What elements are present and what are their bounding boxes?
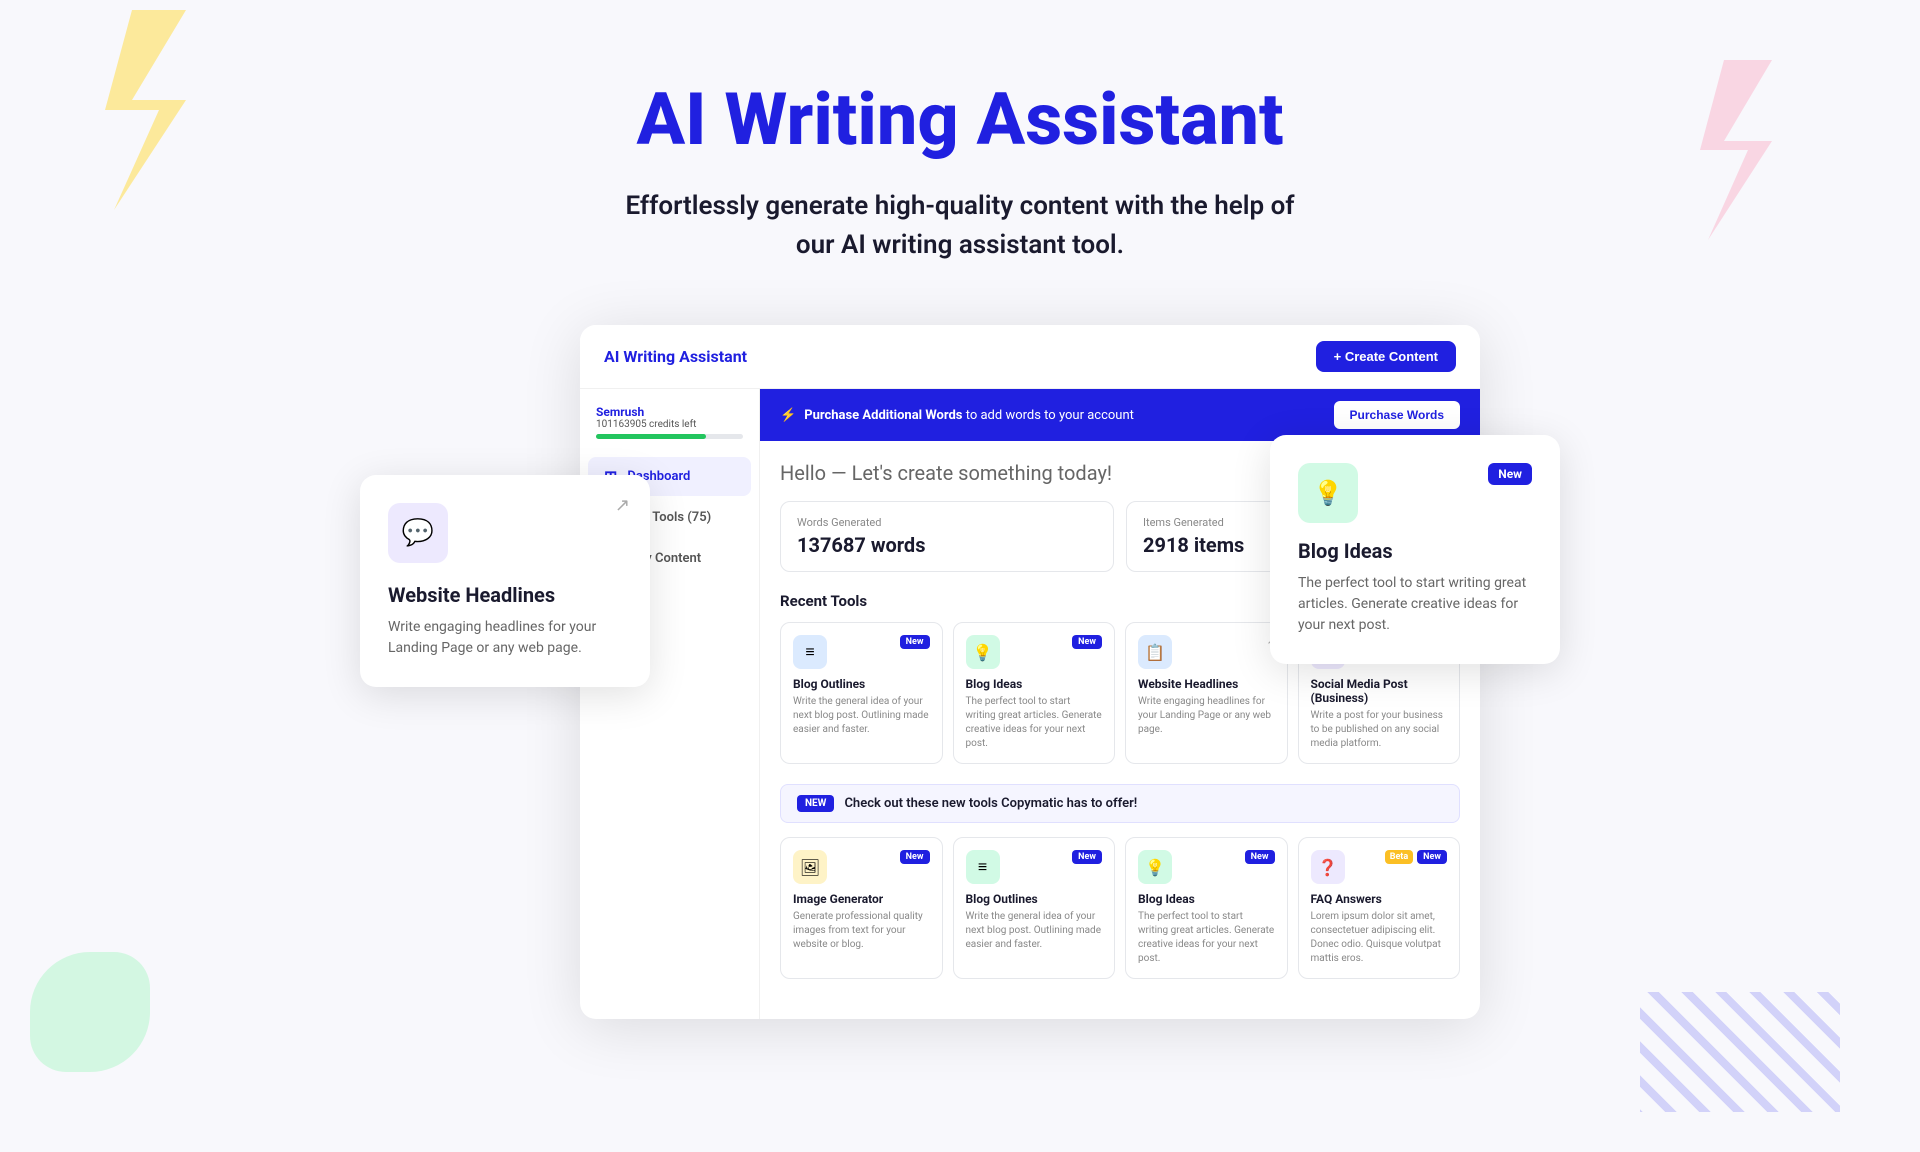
float-card-blog-ideas: 💡 New Blog Ideas The perfect tool to sta… — [1270, 435, 1560, 664]
tool-name: Blog Ideas — [1138, 892, 1275, 906]
float-card-right-title: Blog Ideas — [1298, 539, 1532, 563]
tool-desc: Lorem ipsum dolor sit amet, consectetuer… — [1311, 910, 1448, 966]
tool-name: Image Generator — [793, 892, 930, 906]
tool-card-header: ❓ Beta New — [1311, 850, 1448, 884]
purchase-text-normal: to add words to your account — [963, 408, 1134, 423]
tool-card-header: 💡 New — [1138, 850, 1275, 884]
badges-row: New — [900, 850, 930, 864]
tool-name: Blog Ideas — [966, 677, 1103, 691]
badge-new: New — [1417, 850, 1447, 864]
brand-bold: AI Writing — [604, 347, 675, 366]
badge-beta: Beta — [1385, 850, 1413, 864]
badge-new: New — [1072, 850, 1102, 864]
tool-icon: ≡ — [966, 850, 1000, 884]
badge-new: New — [900, 635, 930, 649]
tool-name: FAQ Answers — [1311, 892, 1448, 906]
badge-new: New — [1072, 635, 1102, 649]
sidebar-credit: Semrush 101163905 credits left — [580, 405, 759, 455]
tool-card[interactable]: ❓ Beta New FAQ Answers Lorem ipsum dolor… — [1298, 837, 1461, 979]
tool-card-header: ≡ New — [966, 850, 1103, 884]
float-card-left-title: Website Headlines — [388, 583, 622, 607]
float-card-left-icon: 💬 — [388, 503, 448, 563]
tool-desc: Write engaging headlines for your Landin… — [1138, 695, 1275, 737]
tool-name: Blog Outlines — [793, 677, 930, 691]
badges-row: New — [1072, 850, 1102, 864]
stat-words-label: Words Generated — [797, 516, 1097, 529]
credit-bar-bg — [596, 434, 743, 439]
app-wrapper: ↗ 💬 Website Headlines Write engaging hea… — [0, 325, 1920, 1019]
tool-card-header: 📋 — [1138, 635, 1275, 669]
lightning-icon: ⚡ — [780, 408, 796, 423]
hello-label: Hello — [780, 461, 826, 485]
credit-user: Semrush — [596, 405, 743, 419]
tool-card[interactable]: ≡ New Blog Outlines Write the general id… — [953, 837, 1116, 979]
float-card-left-desc: Write engaging headlines for your Landin… — [388, 617, 622, 659]
stat-words-generated: Words Generated 137687 words — [780, 501, 1114, 572]
new-tools-banner: NEW Check out these new tools Copymatic … — [780, 784, 1460, 823]
tool-card-header: 🖼 New — [793, 850, 930, 884]
new-tools-text: Check out these new tools Copymatic has … — [844, 796, 1137, 811]
tool-card-header: 💡 New — [966, 635, 1103, 669]
tool-icon: 🖼 — [793, 850, 827, 884]
float-card-website-headlines: ↗ 💬 Website Headlines Write engaging hea… — [360, 475, 650, 687]
float-card-badge-new: New — [1488, 463, 1532, 485]
tool-card[interactable]: 💡 New Blog Ideas The perfect tool to sta… — [953, 622, 1116, 764]
tool-icon: 💡 — [1138, 850, 1172, 884]
hero-subtitle: Effortlessly generate high-quality conte… — [610, 187, 1310, 265]
hero-section: AI Writing Assistant Effortlessly genera… — [0, 0, 1920, 325]
badge-new: New — [1245, 850, 1275, 864]
tool-card[interactable]: ≡ New Blog Outlines Write the general id… — [780, 622, 943, 764]
tool-name: Social Media Post (Business) — [1311, 677, 1448, 705]
tool-desc: Generate professional quality images fro… — [793, 910, 930, 952]
tool-icon: ≡ — [793, 635, 827, 669]
tool-desc: Write the general idea of your next blog… — [793, 695, 930, 737]
tool-desc: Write a post for your business to be pub… — [1311, 709, 1448, 751]
create-content-button[interactable]: + Create Content — [1316, 341, 1456, 372]
tool-card-header: ≡ New — [793, 635, 930, 669]
page-title: AI Writing Assistant — [20, 80, 1900, 159]
tool-card[interactable]: 💡 New Blog Ideas The perfect tool to sta… — [1125, 837, 1288, 979]
tool-icon: 📋 — [1138, 635, 1172, 669]
app-window: AI Writing Assistant + Create Content Se… — [580, 325, 1480, 1019]
app-brand: AI Writing Assistant — [604, 347, 747, 366]
tool-desc: The perfect tool to start writing great … — [1138, 910, 1275, 966]
badges-row: Beta New — [1385, 850, 1447, 864]
tool-name: Blog Outlines — [966, 892, 1103, 906]
hello-sub: — Let's create something today! — [831, 461, 1112, 485]
bulb-icon: 💡 — [1313, 479, 1343, 507]
credit-amount: 101163905 credits left — [596, 419, 743, 430]
app-header: AI Writing Assistant + Create Content — [580, 325, 1480, 389]
badges-row: New — [900, 635, 930, 649]
tool-desc: The perfect tool to start writing great … — [966, 695, 1103, 751]
new-tools-grid: 🖼 New Image Generator Generate professio… — [780, 837, 1460, 979]
badges-row: New — [1245, 850, 1275, 864]
purchase-banner-text: ⚡ Purchase Additional Words to add words… — [780, 408, 1134, 423]
chat-icon: 💬 — [402, 518, 434, 548]
badges-row: New — [1072, 635, 1102, 649]
purchase-words-button[interactable]: Purchase Words — [1334, 401, 1460, 429]
purchase-text-bold: Purchase Additional Words — [804, 408, 962, 423]
arrow-icon: ↗ — [615, 495, 630, 516]
tool-card[interactable]: 📋 ↗ Website Headlines Write engaging hea… — [1125, 622, 1288, 764]
badge-new: New — [900, 850, 930, 864]
float-card-right-header: 💡 New — [1298, 463, 1532, 523]
credit-bar-fill — [596, 434, 706, 439]
purchase-banner: ⚡ Purchase Additional Words to add words… — [760, 389, 1480, 441]
brand-light: Assistant — [675, 347, 747, 366]
tool-name: Website Headlines — [1138, 677, 1275, 691]
stat-words-value: 137687 words — [797, 533, 1097, 557]
float-card-right-desc: The perfect tool to start writing great … — [1298, 573, 1532, 636]
tool-desc: Write the general idea of your next blog… — [966, 910, 1103, 952]
new-tools-badge: NEW — [797, 795, 834, 812]
tool-icon: 💡 — [966, 635, 1000, 669]
float-card-right-icon: 💡 — [1298, 463, 1358, 523]
tool-icon: ❓ — [1311, 850, 1345, 884]
tool-card[interactable]: 🖼 New Image Generator Generate professio… — [780, 837, 943, 979]
